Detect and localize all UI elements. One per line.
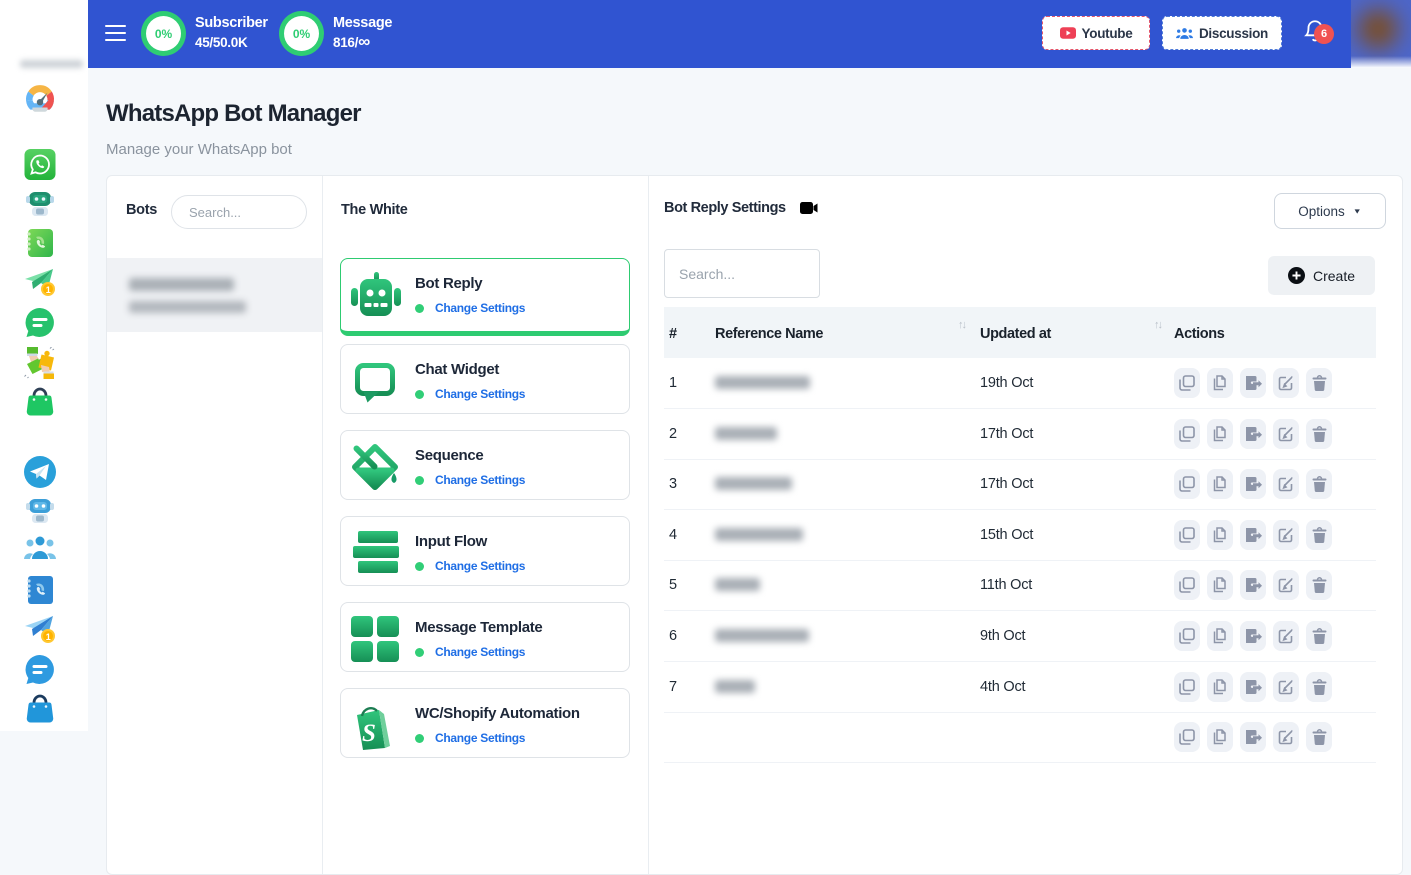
svg-text:1: 1 [46, 285, 51, 295]
svg-text:1: 1 [46, 632, 51, 642]
svg-text:S: S [362, 720, 376, 747]
